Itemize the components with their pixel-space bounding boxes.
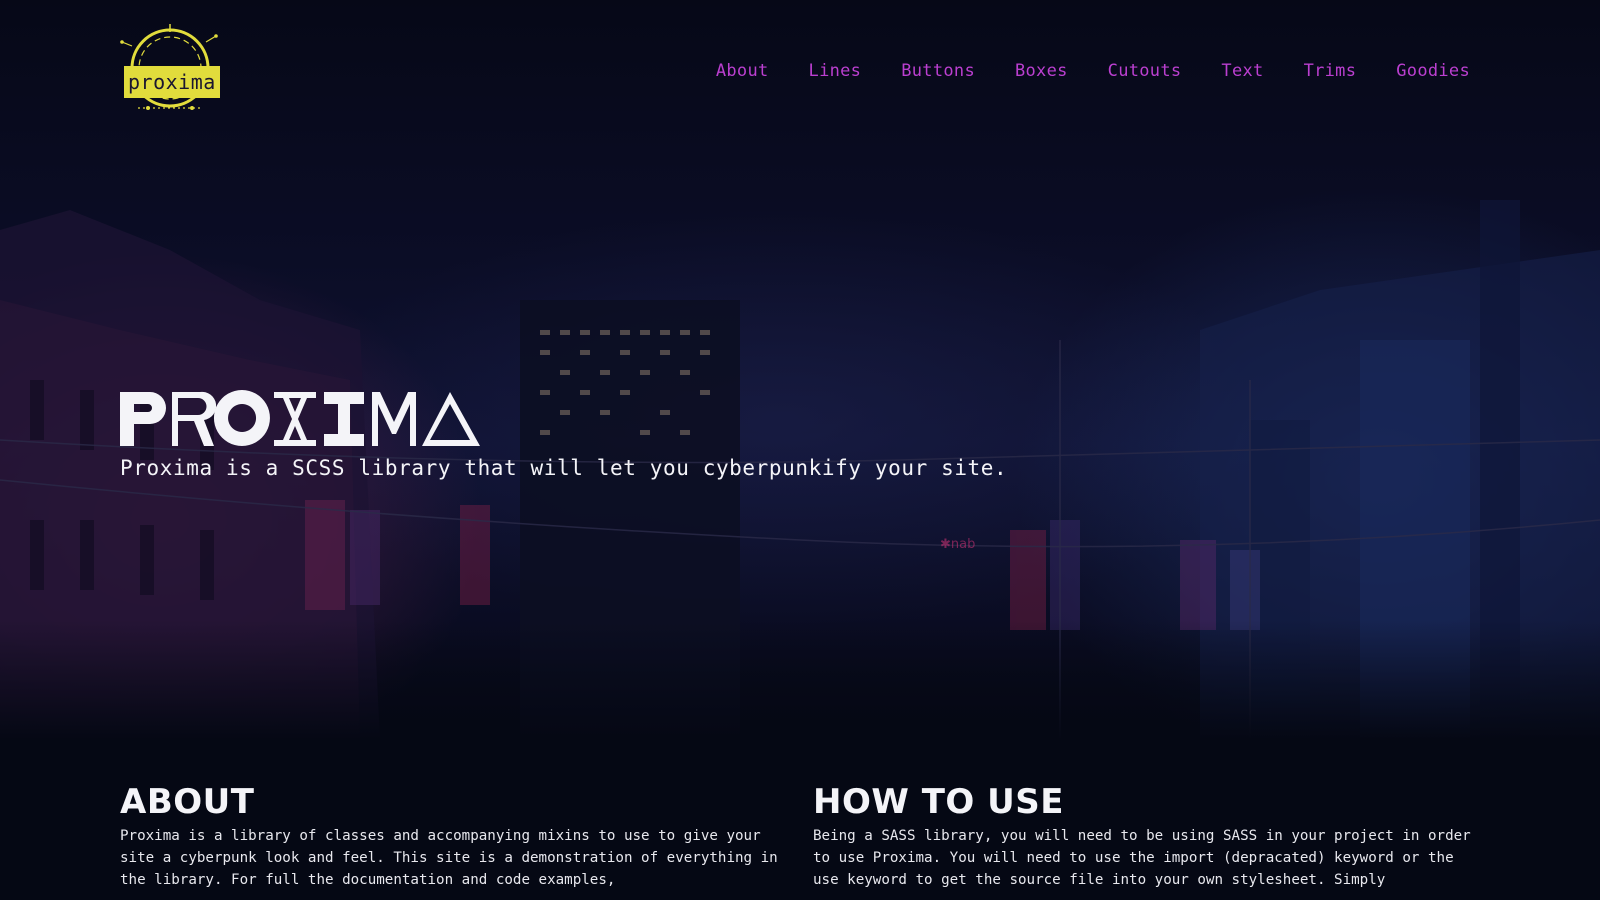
how-to-use-heading: HOW TO USE (813, 782, 1064, 822)
about-section: ABOUT Proxima is a library of classes an… (120, 782, 778, 891)
about-body: Proxima is a library of classes and acco… (120, 828, 778, 888)
hero-title-wordmark (120, 390, 480, 446)
nav-item-text[interactable]: Text (1221, 58, 1263, 84)
how-to-use-body: Being a SASS library, you will need to b… (813, 828, 1471, 888)
hero-fade (0, 620, 1600, 740)
svg-text:✱nab: ✱nab (940, 537, 975, 552)
nav-item-boxes[interactable]: Boxes (1015, 58, 1068, 84)
nav-item-trims[interactable]: Trims (1304, 58, 1357, 84)
nav-item-about[interactable]: About (716, 58, 769, 84)
nav-item-buttons[interactable]: Buttons (901, 58, 975, 84)
page: ✱nab proxima About Lines Buttons Boxes C… (0, 0, 1600, 900)
logo-text: proxima (124, 66, 220, 98)
hero-title (120, 390, 490, 454)
nav-item-lines[interactable]: Lines (809, 58, 862, 84)
main-nav: About Lines Buttons Boxes Cutouts Text T… (676, 58, 1470, 84)
about-heading: ABOUT (120, 782, 255, 822)
hero-tagline: Proxima is a SCSS library that will let … (120, 456, 1008, 480)
nav-item-goodies[interactable]: Goodies (1396, 58, 1470, 84)
nav-item-cutouts[interactable]: Cutouts (1108, 58, 1182, 84)
logo[interactable]: proxima (118, 22, 222, 114)
site-header: proxima About Lines Buttons Boxes Cutout… (0, 0, 1600, 140)
how-to-use-section: HOW TO USE Being a SASS library, you wil… (813, 782, 1471, 891)
